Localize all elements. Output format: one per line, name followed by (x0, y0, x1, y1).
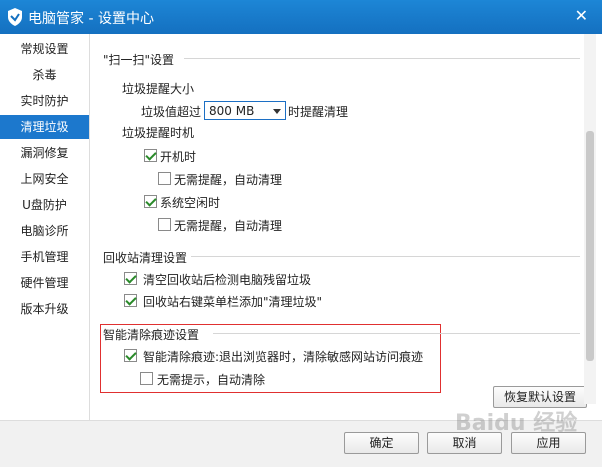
sidebar-item-antivirus[interactable]: 杀毒 (0, 63, 89, 87)
sidebar-item-vuln[interactable]: 漏洞修复 (0, 141, 89, 165)
idle-label: 系统空闲时 (160, 196, 221, 210)
threshold-suffix: 时提醒清理 (288, 105, 349, 119)
sidebar-item-realtime[interactable]: 实时防护 (0, 89, 89, 113)
idle-auto-label: 无需提醒，自动清理 (174, 219, 283, 233)
scrollbar-thumb[interactable] (586, 131, 594, 361)
reminder-time-title: 垃圾提醒时机 (122, 126, 195, 140)
chevron-down-icon (273, 109, 281, 114)
shield-logo-icon (8, 8, 22, 26)
sidebar-item-mobile[interactable]: 手机管理 (0, 245, 89, 269)
boot-auto-label: 无需提醒，自动清理 (174, 173, 283, 187)
cancel-button[interactable]: 取消 (427, 432, 502, 454)
sidebar-item-usb[interactable]: U盘防护 (0, 193, 89, 217)
idle-checkbox[interactable] (144, 195, 157, 208)
threshold-select[interactable]: 800 MB (204, 101, 286, 120)
title-bar: 电脑管家 - 设置中心 ✕ (0, 0, 602, 34)
recycle-opt1-checkbox[interactable] (124, 272, 137, 285)
boot-checkbox[interactable] (144, 149, 157, 162)
settings-panel: "扫一扫"设置 垃圾提醒大小 垃圾值超过 800 MB 时提醒清理 垃圾提醒时机… (91, 34, 602, 420)
traces-opt2-checkbox[interactable] (140, 372, 153, 385)
sidebar-item-upgrade[interactable]: 版本升级 (0, 297, 89, 321)
traces-section-title: 智能清除痕迹设置 (103, 328, 200, 342)
divider (184, 58, 580, 59)
scan-section-title: "扫一扫"设置 (103, 53, 175, 67)
sidebar-item-hardware[interactable]: 硬件管理 (0, 271, 89, 295)
window-title: 电脑管家 - 设置中心 (28, 11, 154, 27)
recycle-opt2-label: 回收站右键菜单栏添加"清理垃圾" (143, 295, 323, 309)
traces-opt1-checkbox[interactable] (124, 349, 137, 362)
boot-label: 开机时 (160, 150, 197, 164)
recycle-opt2-checkbox[interactable] (124, 294, 137, 307)
threshold-prefix: 垃圾值超过 (141, 105, 202, 119)
sidebar: 常规设置 杀毒 实时防护 清理垃圾 漏洞修复 上网安全 U盘防护 电脑诊所 手机… (0, 34, 90, 420)
divider (213, 333, 580, 334)
divider (191, 256, 580, 257)
reminder-size-title: 垃圾提醒大小 (122, 82, 195, 96)
sidebar-item-web-security[interactable]: 上网安全 (0, 167, 89, 191)
traces-opt2-label: 无需提示，自动清除 (157, 373, 266, 387)
sidebar-item-general[interactable]: 常规设置 (0, 37, 89, 61)
close-icon[interactable]: ✕ (575, 6, 588, 25)
recycle-opt1-label: 清空回收站后检测电脑残留垃圾 (143, 273, 312, 287)
traces-opt1-label: 智能清除痕迹:退出浏览器时，清除敏感网站访问痕迹 (143, 350, 424, 364)
ok-button[interactable]: 确定 (344, 432, 419, 454)
boot-auto-checkbox[interactable] (158, 172, 171, 185)
idle-auto-checkbox[interactable] (158, 218, 171, 231)
sidebar-item-clinic[interactable]: 电脑诊所 (0, 219, 89, 243)
recycle-section-title: 回收站清理设置 (103, 251, 188, 265)
apply-button[interactable]: 应用 (511, 432, 586, 454)
threshold-value: 800 MB (209, 104, 255, 118)
sidebar-item-cleanup[interactable]: 清理垃圾 (0, 115, 89, 139)
